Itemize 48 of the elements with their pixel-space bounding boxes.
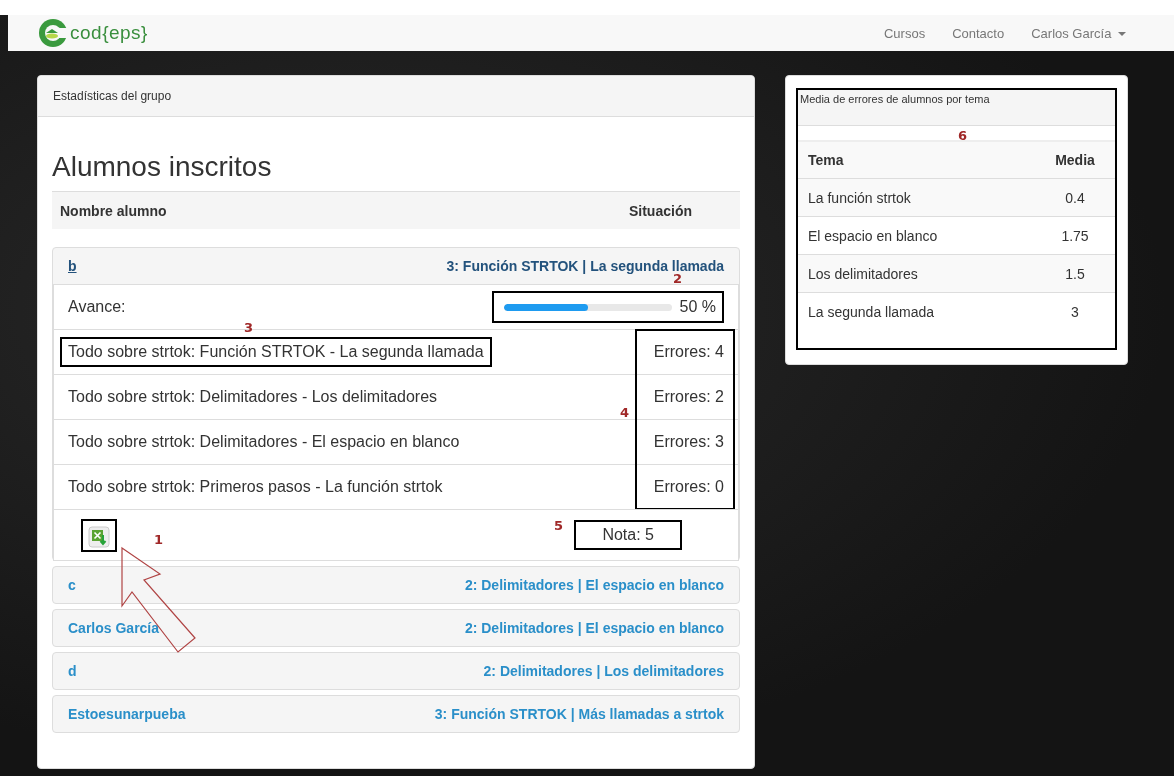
situation-link[interactable]: 2: Delimitadores | Los delimitadores bbox=[483, 663, 724, 679]
callout-number: 1 bbox=[154, 532, 164, 547]
table-cell-text: 0.4 bbox=[1064, 189, 1086, 206]
user-menu[interactable]: Carlos García bbox=[1031, 25, 1126, 41]
table-cell-text: 1.75 bbox=[1060, 227, 1090, 244]
progress-label: Avance: bbox=[68, 298, 126, 316]
callout-number: 6 bbox=[958, 128, 968, 143]
logo-icon bbox=[38, 18, 68, 48]
student-link[interactable]: c bbox=[68, 577, 76, 593]
student-link[interactable]: d bbox=[68, 663, 77, 679]
column-header: Tema bbox=[808, 152, 844, 168]
error-count: Errores: 0 bbox=[653, 478, 724, 496]
callout-number: 4 bbox=[619, 405, 629, 420]
progress-reading: 50 % bbox=[679, 298, 716, 316]
situation-link[interactable]: 3: Función STRTOK | Más llamadas a strtok bbox=[434, 706, 724, 722]
situation-link[interactable]: 2: Delimitadores | El espacio en blanco bbox=[464, 577, 724, 593]
column-header: Situación bbox=[629, 203, 692, 219]
error-count: Errores: 4 bbox=[653, 343, 724, 361]
student-link[interactable]: Carlos García bbox=[68, 620, 160, 636]
logo-text[interactable]: cod{eps} bbox=[70, 22, 148, 44]
situation-link[interactable]: 2: Delimitadores | El espacio en blanco bbox=[464, 620, 724, 636]
topic-label: Todo sobre strtok: Primeros pasos - La función strtok bbox=[67, 477, 444, 497]
column-header: Nombre alumno bbox=[60, 203, 167, 219]
callout-number: 2 bbox=[672, 271, 682, 286]
column-header: Media bbox=[1055, 152, 1095, 168]
table-cell: El espacio en blanco bbox=[808, 227, 938, 244]
situation-link[interactable]: 3: Función STRTOK | La segunda llamada bbox=[446, 258, 724, 274]
table-cell: La segunda llamada bbox=[808, 303, 935, 320]
grade-label: Nota: 5 bbox=[574, 520, 682, 550]
table-cell-text: 1.5 bbox=[1064, 265, 1086, 282]
callout-number: 3 bbox=[244, 320, 254, 335]
spreadsheet-download-icon[interactable] bbox=[88, 525, 110, 548]
nav-link[interactable]: Cursos bbox=[883, 25, 926, 41]
topic-label: Todo sobre strtok: Delimitadores - Los delimitadores bbox=[67, 387, 439, 407]
table-cell: Los delimitadores bbox=[808, 265, 918, 282]
topic-label: Todo sobre strtok: Delimitadores - El espacio en blanco bbox=[67, 432, 461, 452]
student-link[interactable]: b bbox=[68, 258, 77, 274]
section-heading: Alumnos inscritos bbox=[52, 151, 273, 183]
error-count: Errores: 2 bbox=[653, 388, 724, 406]
topic-label: Todo sobre strtok: Función STRTOK - La segunda llamada bbox=[60, 337, 492, 367]
table-cell-text: 3 bbox=[1070, 303, 1080, 320]
student-link[interactable]: Estoesunarpueba bbox=[68, 706, 186, 722]
panel-title: Estadísticas del grupo bbox=[53, 89, 172, 103]
table-cell: La función strtok bbox=[808, 189, 911, 206]
callout-number: 5 bbox=[553, 518, 563, 533]
error-count: Errores: 3 bbox=[653, 433, 724, 451]
panel-title: Media de errores de alumnos por tema bbox=[800, 93, 990, 105]
nav-link[interactable]: Contacto bbox=[952, 25, 1005, 41]
